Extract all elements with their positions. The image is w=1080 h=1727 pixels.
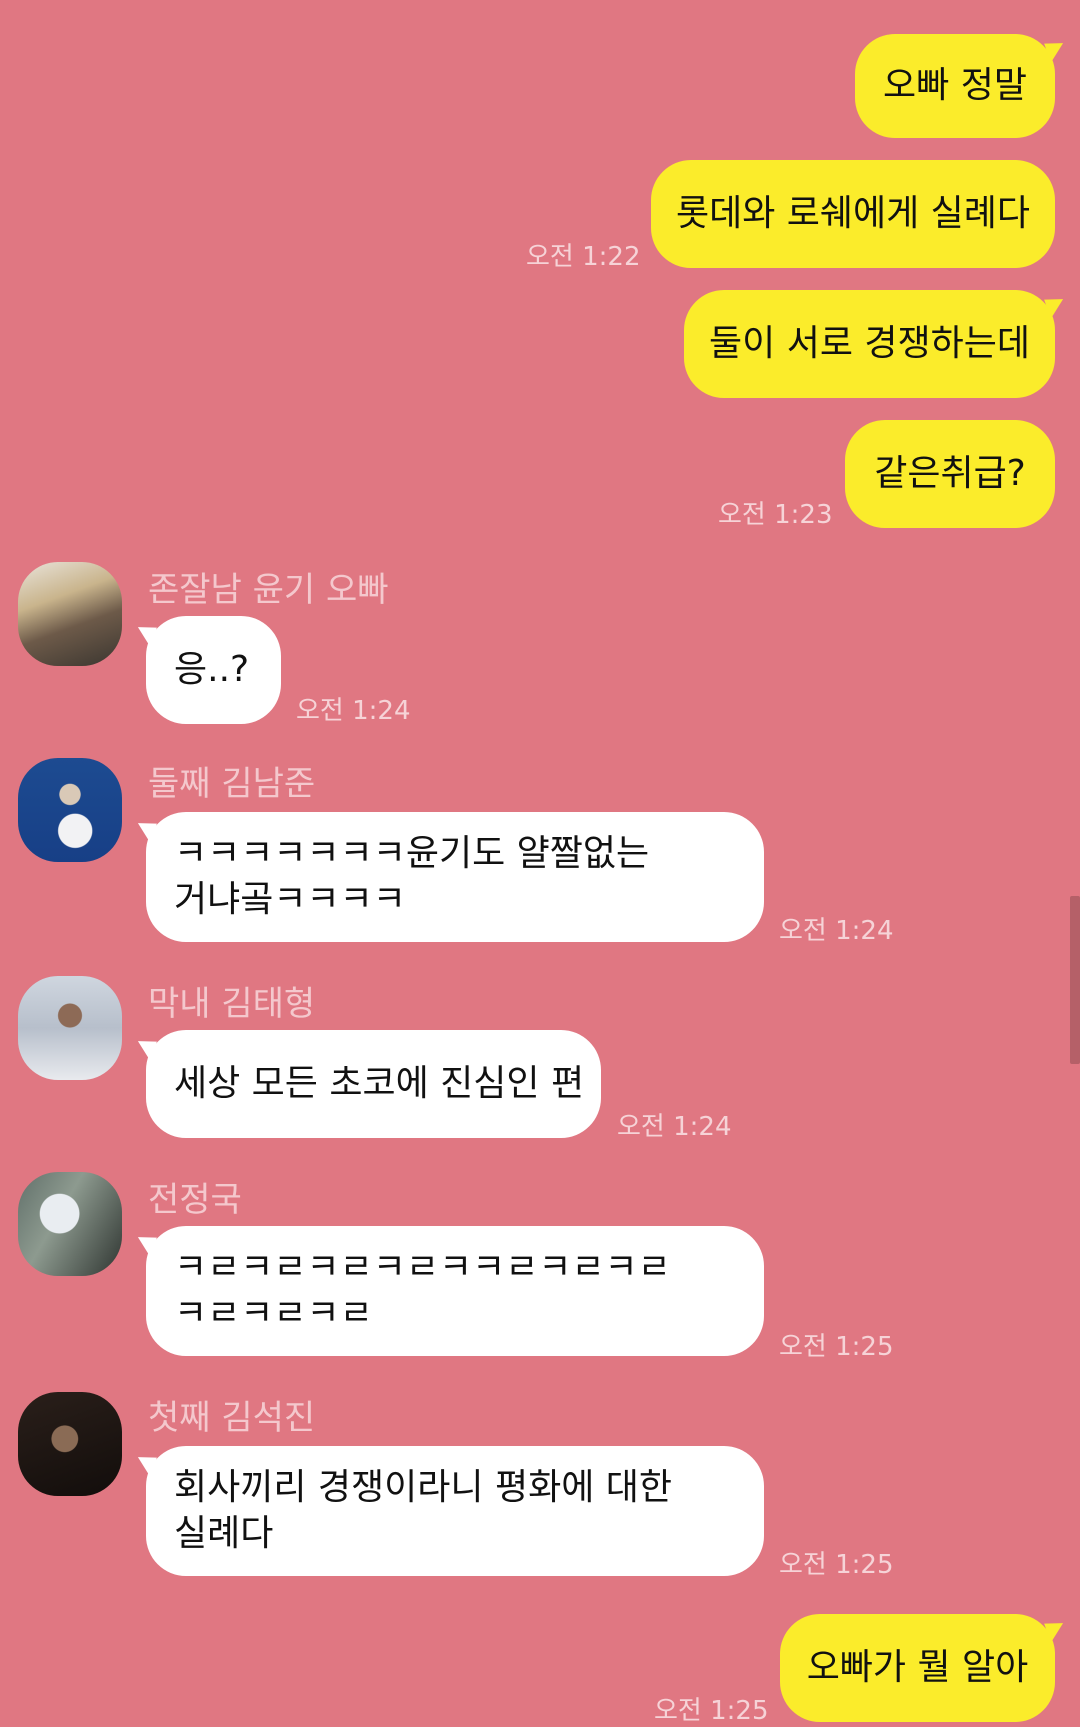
my-message-bubble[interactable]: 오빠 정말 [855, 34, 1055, 138]
my-message-bubble[interactable]: 롯데와 로쉐에게 실례다 [651, 160, 1055, 268]
message-text-line: ㅋㅋㅋㅋㅋㅋㅋ윤기도 얄짤없는 [174, 833, 650, 874]
message-text: 세상 모든 초코에 진심인 편 [174, 1063, 585, 1104]
message-text-line: ㅋㄹㅋㄹㅋㄹㅋㄹㅋㅋㄹㅋㄹㅋㄹ [174, 1247, 671, 1288]
message-timestamp: 오전 1:24 [617, 1112, 732, 1142]
my-message-bubble[interactable]: 같은취급? [845, 420, 1055, 528]
message-text: 같은취급? [874, 453, 1026, 494]
avatar[interactable] [18, 976, 122, 1080]
received-message-bubble[interactable]: 회사끼리 경쟁이라니 평화에 대한 실례다 [146, 1446, 764, 1576]
message-timestamp: 오전 1:23 [718, 500, 833, 530]
sender-name: 첫째 김석진 [148, 1398, 316, 1438]
message-timestamp: 오전 1:24 [296, 696, 411, 726]
message-text: 롯데와 로쉐에게 실례다 [675, 193, 1031, 234]
received-message-bubble[interactable]: 세상 모든 초코에 진심인 편 [146, 1030, 601, 1138]
message-timestamp: 오전 1:25 [654, 1696, 769, 1726]
avatar[interactable] [18, 1392, 122, 1496]
scrollbar[interactable] [1070, 896, 1080, 1064]
my-message-bubble[interactable]: 오빠가 뭘 알아 [780, 1614, 1055, 1722]
received-message-bubble[interactable]: ㅋㄹㅋㄹㅋㄹㅋㄹㅋㅋㄹㅋㄹㅋㄹ ㅋㄹㅋㄹㅋㄹ [146, 1226, 764, 1356]
sender-name: 둘째 김남준 [148, 764, 316, 804]
message-timestamp: 오전 1:24 [779, 916, 894, 946]
my-message-bubble[interactable]: 둘이 서로 경쟁하는데 [684, 290, 1055, 398]
message-timestamp: 오전 1:25 [779, 1332, 894, 1362]
message-text: 응..? [174, 649, 250, 690]
message-text: 둘이 서로 경쟁하는데 [709, 323, 1030, 364]
avatar[interactable] [18, 1172, 122, 1276]
message-timestamp: 오전 1:25 [779, 1550, 894, 1580]
message-text: 오빠가 뭘 알아 [806, 1647, 1029, 1688]
sender-name: 존잘남 윤기 오빠 [148, 570, 389, 610]
message-text-line: ㅋㄹㅋㄹㅋㄹ [174, 1293, 373, 1334]
message-text-line: 실례다 [174, 1513, 274, 1554]
avatar[interactable] [18, 758, 122, 862]
message-text-line: 회사끼리 경쟁이라니 평화에 대한 [174, 1467, 673, 1508]
sender-name: 전정국 [148, 1180, 242, 1220]
message-text: 오빠 정말 [883, 65, 1027, 106]
avatar[interactable] [18, 562, 122, 666]
message-text-line: 거냐곸ㅋㅋㅋㅋ [174, 879, 406, 920]
chat-room[interactable]: 오빠 정말 롯데와 로쉐에게 실례다 오전 1:22 둘이 서로 경쟁하는데 같… [0, 0, 1080, 1726]
sender-name: 막내 김태형 [148, 984, 316, 1024]
received-message-bubble[interactable]: 응..? [146, 616, 281, 724]
message-timestamp: 오전 1:22 [526, 242, 641, 272]
received-message-bubble[interactable]: ㅋㅋㅋㅋㅋㅋㅋ윤기도 얄짤없는 거냐곸ㅋㅋㅋㅋ [146, 812, 764, 942]
